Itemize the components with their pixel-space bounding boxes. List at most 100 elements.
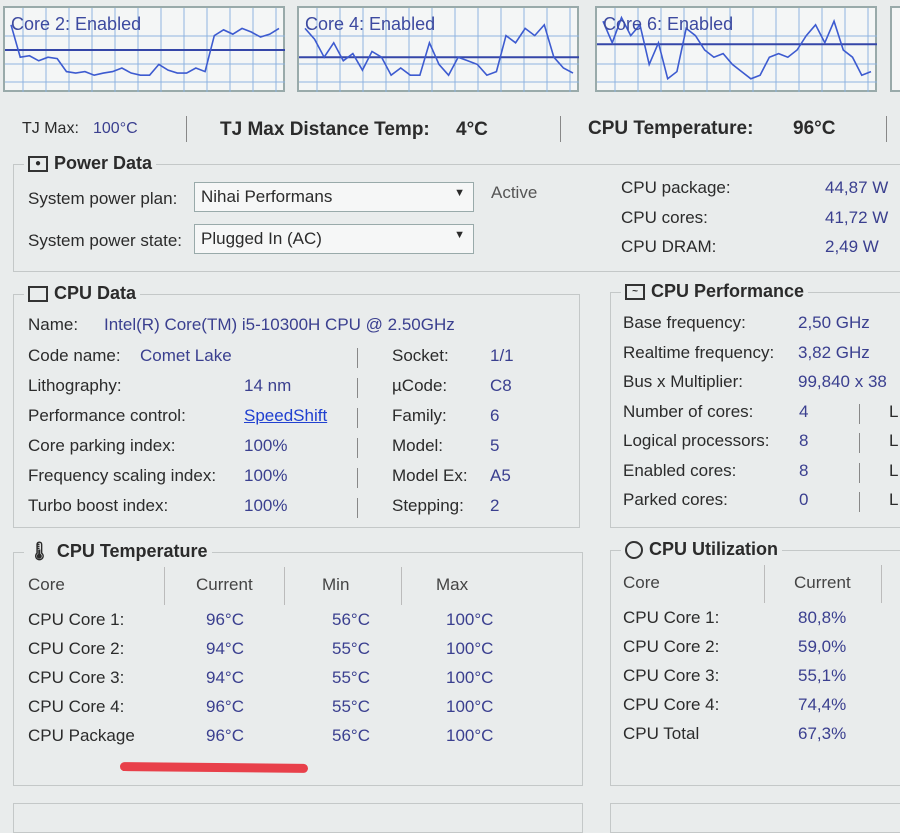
- temp-value: 96°C: [206, 697, 244, 716]
- codename-label: Code name:: [28, 346, 121, 365]
- util-value: 55,1%: [798, 666, 847, 685]
- chevron-down-icon: ▼: [454, 187, 465, 199]
- name-label: Name:: [28, 315, 79, 334]
- cpu-field-value: 14 nm: [244, 376, 292, 395]
- cpu-field-label: Lithography:: [28, 376, 122, 395]
- temp-value: 94°C: [206, 639, 244, 658]
- panel-title: Power Data: [54, 153, 153, 173]
- core-name: CPU Core 1:: [623, 608, 720, 627]
- temp-value: 100°C: [446, 668, 494, 687]
- column-header[interactable]: Core: [623, 573, 660, 593]
- reading-value: 44,87 W: [825, 178, 889, 197]
- perf-label: Base frequency:: [623, 313, 746, 332]
- panel-title: CPU Temperature: [56, 541, 208, 561]
- core-name: CPU Core 2:: [28, 639, 125, 658]
- name-value: Intel(R) Core(TM) i5-10300H CPU @ 2.50GH…: [104, 315, 455, 334]
- cpu-utilization-panel: CPU Utilization Core Current CPU Core 1: 80…: [610, 539, 900, 786]
- power-state-select[interactable]: Plugged In (AC) ▼: [194, 224, 474, 254]
- thermometer-icon: 🌡: [28, 541, 51, 561]
- perf-label: Number of cores:: [623, 401, 754, 421]
- reading-value: 2,49 W: [825, 237, 879, 256]
- core-name: CPU Package: [28, 726, 135, 745]
- core-6-graph: Core 6: Enabled: [595, 6, 877, 92]
- perf-label: Logical processors:: [623, 431, 770, 450]
- cpu-field-label: µCode:: [392, 376, 448, 395]
- perf-label: Bus x Multiplier:: [623, 372, 743, 391]
- tjmax-value: 100°C: [93, 120, 138, 137]
- cpu-field-label: Model:: [392, 436, 444, 455]
- temp-value: 56°C: [332, 726, 370, 745]
- column-header[interactable]: Current: [794, 573, 851, 593]
- panel-title: CPU Utilization: [649, 539, 778, 559]
- perf-value: 8: [799, 460, 809, 480]
- truncated-label: L: [889, 431, 899, 450]
- distance-value: 4°C: [456, 119, 488, 140]
- perf-value: 0: [799, 490, 809, 509]
- cpu-data-panel: CPU Data Name: Intel(R) Core(TM) i5-1030…: [13, 283, 580, 528]
- perf-value: 3,82 GHz: [798, 342, 870, 362]
- core-name: CPU Core 4:: [623, 695, 720, 714]
- perf-value: 8: [799, 431, 809, 450]
- cpu-temperature-panel: 🌡 CPU Temperature Core Current Min Max CPU Co…: [13, 541, 583, 786]
- cpu-field-value: C8: [490, 376, 512, 395]
- codename-value: Comet Lake: [140, 346, 232, 365]
- state-value: Plugged In (AC): [201, 229, 322, 248]
- panel-title: CPU Data: [54, 283, 137, 303]
- core-name: CPU Core 3:: [28, 668, 125, 687]
- temp-value: 55°C: [332, 697, 370, 716]
- graph-label: Core 6: Enabled: [603, 14, 734, 34]
- core-8-graph: [890, 6, 900, 92]
- reading-value: 41,72 W: [825, 208, 889, 227]
- perf-label: Realtime frequency:: [623, 342, 775, 362]
- speedshift-link[interactable]: SpeedShift: [244, 406, 327, 426]
- core-name: CPU Core 1:: [28, 610, 125, 629]
- temp-value: 96°C: [206, 610, 244, 629]
- util-value: 74,4%: [798, 695, 847, 714]
- cpu-field-value: A5: [490, 466, 511, 485]
- cpu-field-value: 100%: [244, 466, 288, 485]
- util-value: 80,8%: [798, 608, 847, 627]
- cpu-field-value: 100%: [244, 436, 288, 455]
- cpu-field-value: 100%: [244, 496, 288, 515]
- temp-value: 55°C: [332, 639, 370, 658]
- core-name: CPU Core 2:: [623, 637, 720, 656]
- cpu-field-value: 1/1: [490, 346, 514, 365]
- temp-value: 56°C: [332, 610, 370, 629]
- temp-value: 55°C: [332, 668, 370, 687]
- temp-value: 100°C: [446, 610, 494, 629]
- gauge-icon: [625, 540, 643, 559]
- cpu-field-label: Socket:: [392, 346, 449, 365]
- column-header[interactable]: Current: [196, 575, 253, 595]
- perf-value: 2,50 GHz: [798, 313, 870, 332]
- power-plan-select[interactable]: Nihai Performans ▼: [194, 182, 474, 212]
- cpu-field-label: Core parking index:: [28, 436, 176, 455]
- cpu-field-value: 5: [490, 436, 500, 455]
- truncated-label: L: [889, 460, 899, 480]
- cpu-field-label: Frequency scaling index:: [28, 466, 217, 485]
- core-2-graph: Core 2: Enabled: [3, 6, 285, 92]
- chevron-down-icon: ▼: [454, 229, 465, 241]
- core-name: CPU Core 3:: [623, 666, 720, 685]
- util-value: 67,3%: [798, 724, 847, 743]
- column-header[interactable]: Core: [28, 575, 65, 595]
- perf-value: 99,840 x 38: [798, 372, 887, 391]
- power-data-panel: ● Power Data System power plan: Nihai Per…: [13, 153, 900, 272]
- core-4-graph: Core 4: Enabled: [297, 6, 579, 92]
- reading-label: CPU DRAM:: [621, 237, 717, 256]
- cpu-performance-panel: ~ CPU Performance Base frequency: 2,50 GHz…: [610, 281, 900, 528]
- temp-value: 100°C: [446, 697, 494, 716]
- perf-value: 4: [799, 401, 809, 421]
- core-name: CPU Total: [623, 724, 700, 743]
- bottom-panel-left: [13, 803, 583, 833]
- cpu-temp-value: 96°C: [793, 118, 836, 139]
- truncated-label: L: [889, 401, 899, 421]
- cpu-field-value: 2: [490, 496, 500, 515]
- cpu-field-label: Family:: [392, 406, 447, 425]
- cpu-field-label: Model Ex:: [392, 466, 468, 485]
- cpu-field-label: Performance control:: [28, 406, 186, 425]
- column-header[interactable]: Min: [322, 575, 349, 595]
- column-header[interactable]: Max: [436, 575, 468, 595]
- core-name: CPU Core 4:: [28, 697, 125, 716]
- cpu-field-label: Stepping:: [392, 496, 464, 515]
- perf-label: Enabled cores:: [623, 460, 737, 480]
